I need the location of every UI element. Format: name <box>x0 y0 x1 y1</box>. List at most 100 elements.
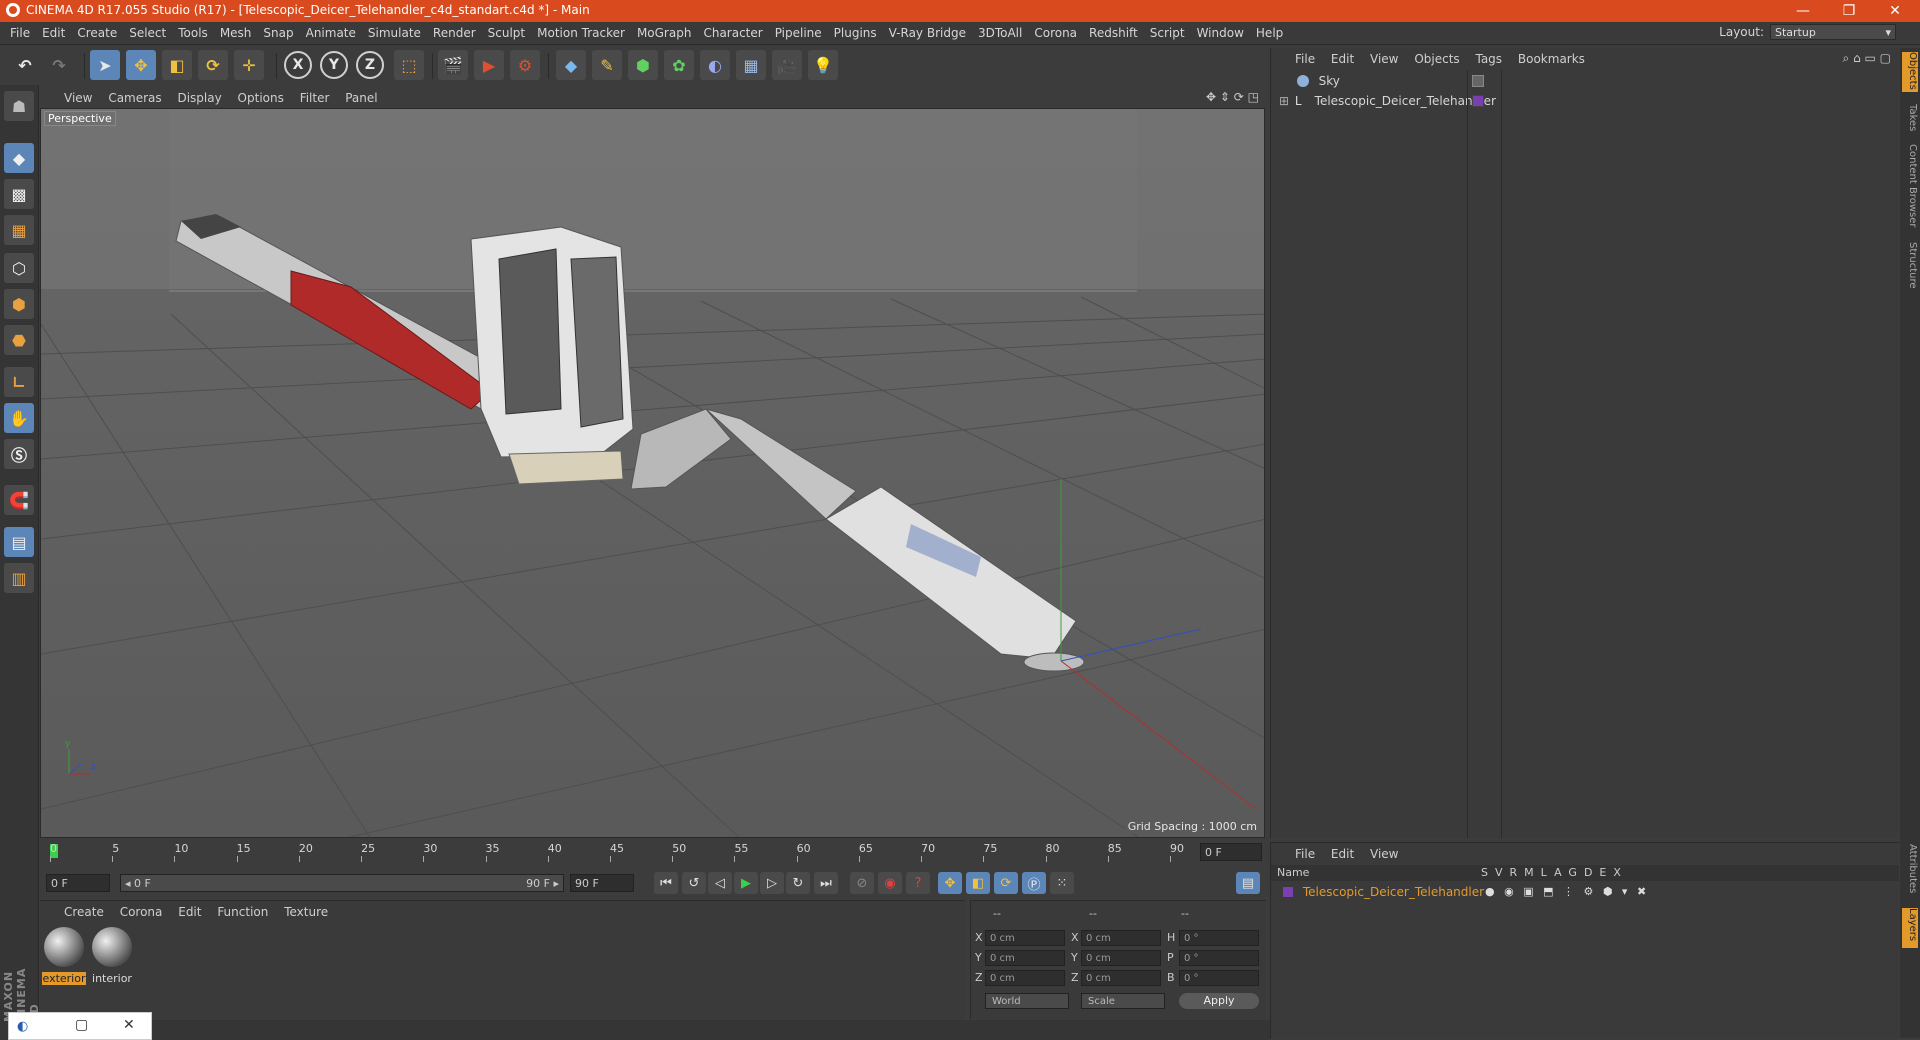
size-mode-select[interactable]: Scale <box>1081 993 1165 1009</box>
lm-menu-view[interactable]: View <box>1364 843 1404 865</box>
grid-snap-icon[interactable]: ▥ <box>4 563 34 593</box>
layer-column-s[interactable]: S <box>1481 866 1495 879</box>
apply-button[interactable]: Apply <box>1179 993 1259 1009</box>
tab-layers[interactable]: Layers <box>1902 908 1918 948</box>
goto-end-icon[interactable]: ⏭ <box>814 872 838 894</box>
position-z-field[interactable]: 0 cm <box>985 970 1065 986</box>
material-exterior[interactable]: exterior <box>42 927 86 985</box>
lm-menu-file[interactable]: File <box>1289 843 1321 865</box>
cloner-icon[interactable]: ✿ <box>664 50 694 80</box>
menu-mesh[interactable]: Mesh <box>214 22 258 44</box>
minimize-button[interactable]: — <box>1780 0 1826 22</box>
next-key-icon[interactable]: ↻ <box>786 872 810 894</box>
points-mode-icon[interactable]: ⬡ <box>4 253 34 283</box>
workplane-icon[interactable]: ▦ <box>4 215 34 245</box>
layer-color-swatch[interactable] <box>1472 95 1484 107</box>
layer-column-l[interactable]: L <box>1541 866 1554 879</box>
viewport-menu-cameras[interactable]: Cameras <box>102 88 167 108</box>
menu-window[interactable]: Window <box>1191 22 1250 44</box>
keyframe-selection-icon[interactable]: ⊘ <box>850 872 874 894</box>
rotate-icon[interactable]: ⟳ <box>198 50 228 80</box>
light-icon[interactable]: 💡 <box>808 50 838 80</box>
key-param-icon[interactable]: Ⓟ <box>1022 872 1046 894</box>
om-menu-edit[interactable]: Edit <box>1325 48 1360 70</box>
prev-frame-icon[interactable]: ◁ <box>708 872 732 894</box>
mm-menu-corona[interactable]: Corona <box>114 901 169 923</box>
subdivision-icon[interactable]: ⬢ <box>628 50 658 80</box>
scale-icon[interactable]: ◧ <box>162 50 192 80</box>
render-picture-viewer-icon[interactable]: ▶ <box>474 50 504 80</box>
object-row-telehandler[interactable]: ⊞ L Telescopic_Deicer_Telehandler <box>1279 92 1496 110</box>
layer-column-e[interactable]: E <box>1599 866 1613 879</box>
menu-script[interactable]: Script <box>1144 22 1191 44</box>
y-axis-icon[interactable]: Y <box>320 51 348 79</box>
move-icon[interactable]: ✥ <box>126 50 156 80</box>
mm-menu-edit[interactable]: Edit <box>172 901 207 923</box>
menu-motion-tracker[interactable]: Motion Tracker <box>531 22 631 44</box>
transform-icon[interactable]: ✛ <box>234 50 264 80</box>
position-x-field[interactable]: 0 cm <box>985 930 1065 946</box>
tab-attributes[interactable]: Attributes <box>1902 844 1918 900</box>
menu-snap[interactable]: Snap <box>257 22 299 44</box>
z-axis-icon[interactable]: Z <box>356 51 384 79</box>
menu-tools[interactable]: Tools <box>172 22 214 44</box>
expand-icon[interactable]: ⊞ <box>1279 92 1289 110</box>
lm-menu-edit[interactable]: Edit <box>1325 843 1360 865</box>
axis-mode-icon[interactable]: ∟ <box>4 367 34 397</box>
layer-column-r[interactable]: R <box>1510 866 1525 879</box>
key-position-icon[interactable]: ✥ <box>938 872 962 894</box>
maximize-icon[interactable]: ▢ <box>75 1017 88 1033</box>
om-menu-view[interactable]: View <box>1364 48 1404 70</box>
deformer-icon[interactable]: ◐ <box>700 50 730 80</box>
record-icon[interactable]: ◉ <box>878 872 902 894</box>
size-z-field[interactable]: 0 cm <box>1081 970 1161 986</box>
viewport-menu-filter[interactable]: Filter <box>294 88 336 108</box>
size-y-field[interactable]: 0 cm <box>1081 950 1161 966</box>
coordinate-system-icon[interactable]: ⬚ <box>394 50 424 80</box>
key-rotation-icon[interactable]: ⟳ <box>994 872 1018 894</box>
x-axis-icon[interactable]: X <box>284 51 312 79</box>
timeline-ticks[interactable]: 0 5 10 15 20 25 30 35 40 45 50 55 60 65 70 75 80 85 90 <box>50 842 1200 862</box>
om-menu-file[interactable]: File <box>1289 48 1321 70</box>
solo-icon[interactable]: Ⓢ <box>4 439 34 469</box>
menu-render[interactable]: Render <box>427 22 482 44</box>
timeline-window-icon[interactable]: ▤ <box>1236 872 1260 894</box>
menu-select[interactable]: Select <box>123 22 172 44</box>
layout-select[interactable]: Startup ▾ <box>1770 24 1896 40</box>
next-frame-icon[interactable]: ▷ <box>760 872 784 894</box>
floor-icon[interactable]: ▦ <box>736 50 766 80</box>
material-interior[interactable]: interior <box>90 927 134 985</box>
mm-menu-texture[interactable]: Texture <box>278 901 334 923</box>
viewport-perspective[interactable]: y z Perspective Grid Spacing : 1000 cm <box>40 108 1265 838</box>
pen-icon[interactable]: ✎ <box>592 50 622 80</box>
object-row-sky[interactable]: Sky <box>1279 72 1340 90</box>
rotation-h-field[interactable]: 0 ° <box>1179 930 1259 946</box>
timeline-ruler[interactable]: 0 5 10 15 20 25 30 35 40 45 50 55 60 65 70 75 80 85 90 0 F <box>40 840 1265 864</box>
viewport-menu-options[interactable]: Options <box>232 88 290 108</box>
make-editable-icon[interactable]: ☗ <box>4 91 34 121</box>
viewport-nav-icons[interactable]: ✥ ⇕ ⟳ ◳ <box>1206 90 1259 104</box>
viewport-menu-view[interactable]: View <box>58 88 98 108</box>
layer-column-d[interactable]: D <box>1584 866 1599 879</box>
tab-takes[interactable]: Takes <box>1902 104 1918 136</box>
menu-simulate[interactable]: Simulate <box>362 22 427 44</box>
end-frame-field[interactable]: 90 F <box>570 874 634 892</box>
camera-icon[interactable]: 🎥 <box>772 50 802 80</box>
menu-create[interactable]: Create <box>71 22 123 44</box>
model-mode-icon[interactable]: ◆ <box>4 143 34 173</box>
menu-character[interactable]: Character <box>697 22 768 44</box>
menu-sculpt[interactable]: Sculpt <box>482 22 531 44</box>
size-x-field[interactable]: 0 cm <box>1081 930 1161 946</box>
tweak-mode-icon[interactable]: ✋ <box>4 403 34 433</box>
tab-structure[interactable]: Structure <box>1902 242 1918 292</box>
select-arrow-icon[interactable]: ➤ <box>90 50 120 80</box>
key-scale-icon[interactable]: ◧ <box>966 872 990 894</box>
texture-mode-icon[interactable]: ▩ <box>4 179 34 209</box>
menu-corona[interactable]: Corona <box>1028 22 1083 44</box>
sky-tag-icon[interactable] <box>1472 75 1484 87</box>
menu-edit[interactable]: Edit <box>36 22 71 44</box>
menu-3dtoall[interactable]: 3DToAll <box>972 22 1028 44</box>
restore-button[interactable]: ❐ <box>1826 0 1872 22</box>
layer-toggle-icons[interactable]: ● ◉ ▣ ⬒ ⋮ ⚙ ⬢ ▾ ✖ <box>1485 885 1649 898</box>
menu-mograph[interactable]: MoGraph <box>631 22 698 44</box>
